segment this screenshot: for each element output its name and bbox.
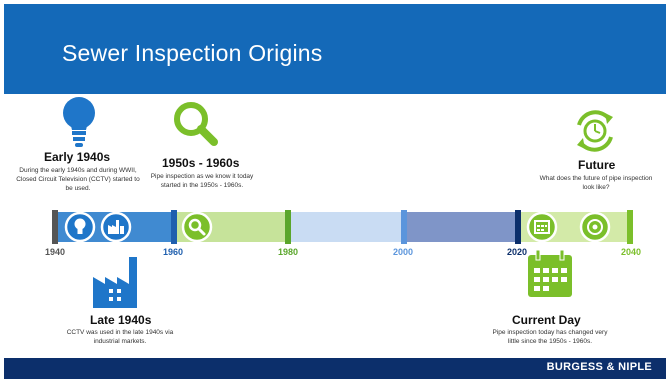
year-label-1960: 1960 bbox=[163, 247, 184, 257]
tick-1980 bbox=[285, 210, 291, 244]
year-label-1940: 1940 bbox=[45, 247, 66, 257]
year-label-2000: 2000 bbox=[393, 247, 414, 257]
tick-1960 bbox=[171, 210, 177, 244]
current-day-title: Current Day bbox=[512, 313, 581, 327]
factory-icon bbox=[93, 257, 137, 308]
slide-title: Sewer Inspection Origins bbox=[62, 40, 323, 66]
early-1940s-description: During the early 1940s and during WWII, … bbox=[16, 167, 140, 192]
marker-lightbulb-icon bbox=[64, 211, 96, 243]
future-title: Future bbox=[578, 158, 616, 172]
mid-century-title: 1950s - 1960s bbox=[162, 156, 240, 170]
timeline-band-2000s bbox=[404, 212, 518, 242]
footer-brand: BURGESS & NIPLE bbox=[546, 361, 652, 373]
year-label-2020: 2020 bbox=[507, 247, 528, 257]
late-1940s-title: Late 1940s bbox=[90, 313, 152, 327]
late-1940s-description: CCTV was used in the late 1940s via indu… bbox=[66, 329, 174, 345]
lightbulb-icon bbox=[63, 97, 95, 147]
current-day-description: Pipe inspection today has changed very l… bbox=[492, 329, 608, 345]
marker-calendar-icon bbox=[526, 211, 558, 243]
calendar-icon bbox=[528, 249, 572, 297]
year-label-1980: 1980 bbox=[278, 247, 299, 257]
clock-cycle-icon bbox=[577, 110, 613, 152]
year-label-2040: 2040 bbox=[621, 247, 642, 257]
marker-factory-icon bbox=[100, 211, 132, 243]
tick-2000 bbox=[401, 210, 407, 244]
tick-2020 bbox=[515, 210, 521, 244]
marker-clock-icon bbox=[579, 211, 611, 243]
mid-century-description: Pipe inspection as we know it today star… bbox=[150, 173, 254, 189]
slide: Sewer Inspection Origins 1940 1960 1980 … bbox=[0, 0, 670, 379]
tick-2040 bbox=[627, 210, 633, 244]
marker-magnifier-icon bbox=[181, 211, 213, 243]
footer-bar: BURGESS & NIPLE bbox=[4, 358, 666, 379]
future-description: What does the future of pipe inspection … bbox=[539, 175, 653, 191]
early-1940s-title: Early 1940s bbox=[44, 150, 111, 164]
magnifier-icon bbox=[174, 102, 218, 146]
timeline-band-1980s bbox=[288, 212, 404, 242]
title-bar: Sewer Inspection Origins bbox=[4, 4, 666, 94]
tick-1940 bbox=[52, 210, 58, 244]
